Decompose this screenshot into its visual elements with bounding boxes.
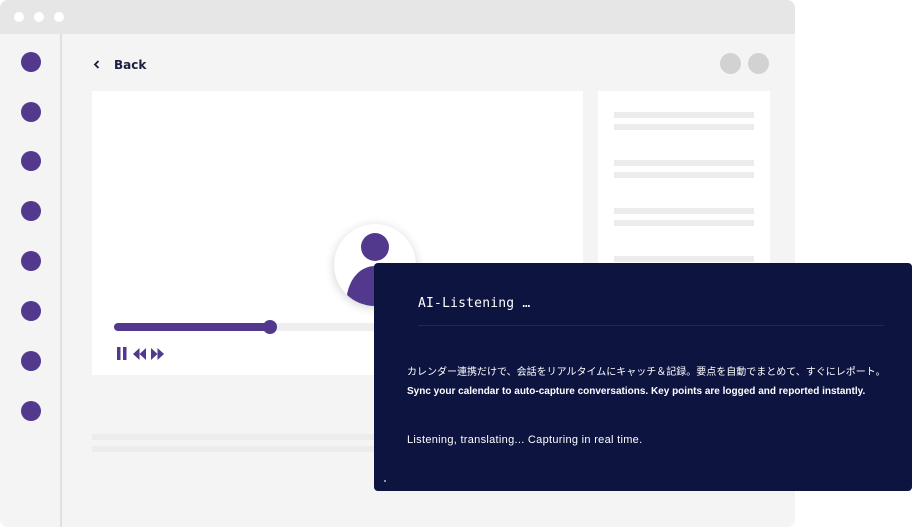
progress-bar[interactable] [114, 320, 414, 334]
status-text: Listening, translating... Capturing in r… [407, 434, 643, 446]
divider [418, 325, 884, 326]
pause-icon[interactable] [116, 345, 128, 364]
window-minimize-dot[interactable] [34, 12, 44, 22]
ai-listening-panel: AI-Listening … カレンダー連携だけで、会話をリアルタイムにキャッチ… [374, 263, 912, 491]
panel-title: AI-Listening … [418, 296, 531, 311]
description-japanese: カレンダー連携だけで、会話をリアルタイムにキャッチ＆記録。要点を自動でまとめて、… [407, 367, 886, 378]
sidebar-item-8[interactable] [21, 401, 41, 421]
placeholder-line [614, 256, 754, 262]
header-action-button-1[interactable] [720, 53, 741, 74]
progress-handle[interactable] [263, 320, 277, 334]
fast-forward-icon[interactable] [151, 345, 164, 364]
description-english: Sync your calendar to auto-capture conve… [407, 386, 866, 397]
sidebar [0, 34, 62, 527]
decorative-mark [384, 480, 386, 482]
placeholder-line [614, 160, 754, 166]
placeholder-line [614, 172, 754, 178]
sidebar-item-6[interactable] [21, 301, 41, 321]
placeholder-line [92, 446, 392, 452]
placeholder-line [614, 208, 754, 214]
window-maximize-dot[interactable] [54, 12, 64, 22]
header-action-button-2[interactable] [748, 53, 769, 74]
placeholder-line [92, 434, 392, 440]
title-bar [0, 0, 795, 34]
rewind-icon[interactable] [133, 345, 146, 364]
sidebar-item-4[interactable] [21, 201, 41, 221]
sidebar-item-1[interactable] [21, 52, 41, 72]
sidebar-item-3[interactable] [21, 151, 41, 171]
sidebar-item-2[interactable] [21, 102, 41, 122]
back-button[interactable]: Back [93, 58, 146, 72]
chevron-left-icon [93, 59, 100, 72]
placeholder-line [614, 124, 754, 130]
progress-fill [114, 323, 270, 331]
sidebar-item-7[interactable] [21, 351, 41, 371]
window-close-dot[interactable] [14, 12, 24, 22]
placeholder-line [614, 112, 754, 118]
back-label: Back [114, 58, 147, 72]
placeholder-line [614, 220, 754, 226]
sidebar-item-5[interactable] [21, 251, 41, 271]
playback-controls [116, 345, 164, 364]
